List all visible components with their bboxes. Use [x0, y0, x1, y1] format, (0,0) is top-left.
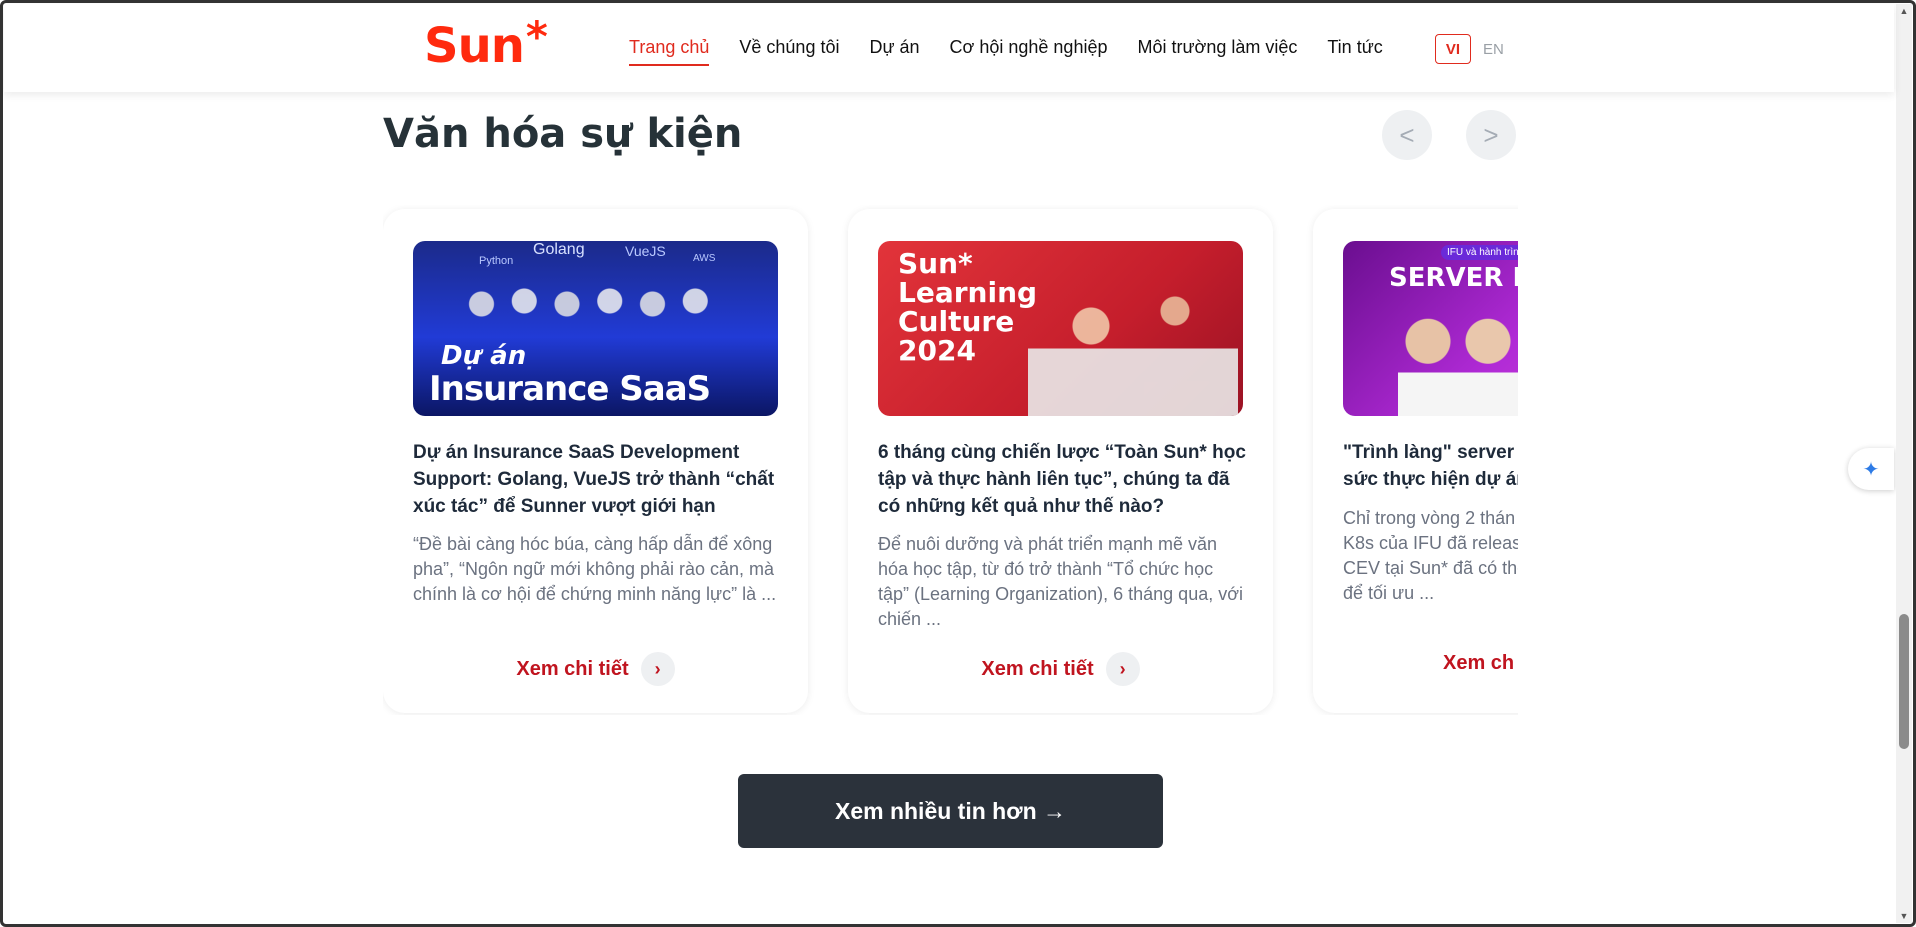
card-excerpt-line: CEV tại Sun* đã có the [1343, 558, 1518, 578]
news-card[interactable]: IFU và hành trình SERVER K "Trình làng" … [1313, 209, 1518, 713]
read-more-link[interactable]: Xem chi tiết › [383, 652, 808, 686]
card-title[interactable]: "Trình làng" server K sức thực hiện dự á… [1343, 439, 1518, 493]
sparkle-drop-icon: ✦ [1862, 458, 1880, 481]
logo-star-icon: * [525, 12, 548, 61]
language-switcher: VI EN [1435, 34, 1504, 64]
main-nav: Trang chủ Về chúng tôi Dự án Cơ hội nghề… [629, 37, 1383, 66]
read-more-label: Xem ch [1443, 652, 1515, 674]
card-excerpt: Chỉ trong vòng 2 thán K8s của IFU đã rel… [1343, 506, 1518, 606]
card-title-line: sức thực hiện dự án [1343, 469, 1518, 490]
logo-text: Sun [424, 18, 525, 74]
card-thumbnail[interactable]: IFU và hành trình SERVER K [1343, 241, 1518, 416]
read-more-label: Xem chi tiết [516, 657, 629, 680]
learning-photo [1028, 266, 1238, 416]
card-title[interactable]: 6 tháng cùng chiến lược “Toàn Sun* học t… [878, 439, 1248, 520]
thumb-badge: IFU và hành trình [1441, 245, 1518, 260]
chevron-right-icon: › [1105, 652, 1140, 686]
thumb-headline: SERVER K [1389, 263, 1518, 293]
scroll-down-icon[interactable]: ▼ [1896, 911, 1912, 921]
thumb-tag: Python [479, 255, 514, 267]
card-title[interactable]: Dự án Insurance SaaS Development Support… [413, 439, 783, 520]
read-more-link[interactable]: Xem chi tiết › [848, 652, 1273, 686]
thumb-headline: Dự án [441, 341, 527, 371]
speakers-photo [1398, 301, 1518, 416]
thumb-tag: AWS [693, 253, 716, 264]
card-excerpt: Để nuôi dưỡng và phát triển mạnh mẽ văn … [878, 534, 1244, 629]
site-header: Sun * Trang chủ Về chúng tôi Dự án Cơ hội… [4, 4, 1894, 92]
card-excerpt-line: Chỉ trong vòng 2 thán [1343, 508, 1516, 528]
nav-item-news[interactable]: Tin tức [1327, 37, 1382, 66]
card-title-line: "Trình làng" server K [1343, 442, 1518, 463]
chevron-left-icon: < [1399, 119, 1415, 150]
news-carousel: Golang VueJS Python AWS Dự án Insurance … [383, 205, 1518, 715]
nav-item-about[interactable]: Về chúng tôi [739, 37, 839, 66]
chevron-right-icon: > [1483, 119, 1499, 150]
news-card[interactable]: Sun* Learning Culture 2024 6 tháng cùng … [848, 209, 1273, 713]
card-excerpt-line: K8s của IFU đã release [1343, 533, 1518, 553]
thumb-headline: Insurance SaaS [429, 369, 711, 409]
card-excerpt: “Đề bài càng hóc búa, càng hấp dẫn để xô… [413, 534, 777, 604]
read-more-link[interactable]: Xem ch [1443, 652, 1518, 675]
carousel-prev-button[interactable]: < [1382, 110, 1432, 160]
scroll-up-icon[interactable]: ▲ [1896, 6, 1912, 16]
thumb-headline: Sun* Learning Culture 2024 [898, 247, 1038, 367]
more-news-button[interactable]: Xem nhiều tin hơn → [738, 774, 1163, 848]
chevron-right-icon: › [640, 652, 675, 686]
floating-assistant-button[interactable]: ✦ [1848, 448, 1894, 490]
team-photo [453, 286, 738, 346]
card-excerpt-line: để tối ưu ... [1343, 583, 1435, 603]
carousel-next-button[interactable]: > [1466, 110, 1516, 160]
thumb-tag: Golang [533, 241, 585, 258]
card-thumbnail[interactable]: Sun* Learning Culture 2024 [878, 241, 1243, 416]
lang-vi-button[interactable]: VI [1435, 34, 1471, 64]
section-title: Văn hóa sự kiện [383, 111, 743, 157]
scrollbar-thumb[interactable] [1899, 614, 1909, 749]
lang-en-button[interactable]: EN [1483, 41, 1504, 58]
nav-item-careers[interactable]: Cơ hội nghề nghiệp [950, 37, 1108, 66]
nav-item-projects[interactable]: Dự án [869, 37, 919, 66]
nav-item-workplace[interactable]: Môi trường làm việc [1137, 37, 1297, 66]
nav-item-home[interactable]: Trang chủ [629, 37, 710, 66]
card-thumbnail[interactable]: Golang VueJS Python AWS Dự án Insurance … [413, 241, 778, 416]
read-more-label: Xem chi tiết [981, 657, 1094, 680]
sun-logo[interactable]: Sun * [424, 16, 548, 74]
page-scrollbar[interactable]: ▲ ▼ [1896, 4, 1912, 923]
news-card[interactable]: Golang VueJS Python AWS Dự án Insurance … [383, 209, 808, 713]
thumb-tag: VueJS [625, 243, 666, 259]
